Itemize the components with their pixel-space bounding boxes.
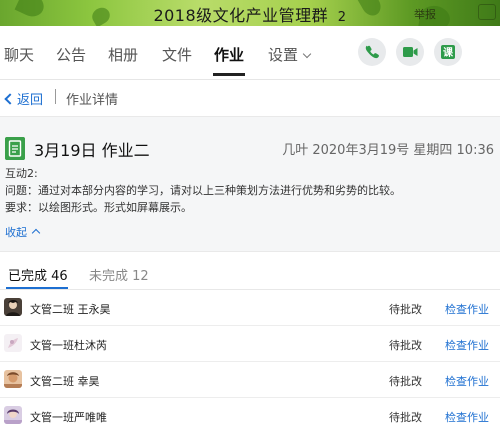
active-subtab-indicator bbox=[6, 287, 68, 289]
assignment-body-line: 要求：以绘图形式。形式如屏幕展示。 bbox=[5, 201, 192, 214]
assignment-meta: 几叶 2020年3月19号 星期四 10:36 bbox=[282, 143, 494, 158]
tab-completed-count: 46 bbox=[51, 269, 68, 284]
assignment-title: 3月19日 作业二 bbox=[34, 141, 150, 160]
tab-announcement[interactable]: 公告 bbox=[56, 44, 86, 65]
document-icon bbox=[5, 137, 25, 160]
assignment-body-line: 问题：通过对本部分内容的学习，请对以上三种策划方法进行优势和劣势的比较。 bbox=[5, 184, 401, 197]
submission-row: 文管二班 幸昊 待批改 检查作业 bbox=[0, 362, 500, 398]
assignment-detail: 3月19日 作业二 几叶 2020年3月19号 星期四 10:36 互动2: 问… bbox=[0, 116, 500, 252]
tab-completed-label: 已完成 bbox=[8, 269, 48, 284]
active-tab-indicator bbox=[213, 73, 245, 76]
student-name: 文管一班杜沐芮 bbox=[30, 339, 107, 352]
completion-tabs: 已完成 46 未完成 12 bbox=[0, 252, 500, 290]
chevron-up-icon bbox=[31, 228, 41, 238]
student-name: 文管二班 王永昊 bbox=[30, 303, 111, 316]
tab-homework[interactable]: 作业 bbox=[214, 44, 244, 65]
avatar bbox=[4, 334, 22, 352]
back-button[interactable]: 返回 bbox=[4, 89, 44, 108]
submission-status: 待批改 bbox=[389, 339, 422, 352]
submission-status: 待批改 bbox=[389, 375, 422, 388]
avatar bbox=[4, 406, 22, 424]
tab-files[interactable]: 文件 bbox=[162, 44, 192, 65]
assignment-body-line: 互动2: bbox=[5, 167, 38, 180]
breadcrumb: 作业详情 bbox=[66, 93, 119, 108]
window-titlebar: 2018级文化产业管理群 2 举报 bbox=[0, 0, 500, 26]
submission-row: 文管二班 王永昊 待批改 检查作业 bbox=[0, 290, 500, 326]
check-homework-link[interactable]: 检查作业 bbox=[445, 373, 489, 389]
tab-chat[interactable]: 聊天 bbox=[4, 44, 34, 65]
tab-completed[interactable]: 已完成 46 bbox=[8, 265, 68, 284]
tab-settings[interactable]: 设置 bbox=[268, 44, 312, 65]
check-homework-link[interactable]: 检查作业 bbox=[445, 301, 489, 317]
submission-row: 文管一班杜沐芮 待批改 检查作业 bbox=[0, 326, 500, 362]
chevron-down-icon bbox=[302, 49, 312, 59]
report-link[interactable]: 举报 bbox=[414, 6, 436, 22]
collapse-label: 收起 bbox=[5, 226, 27, 239]
collapse-button[interactable]: 收起 bbox=[5, 224, 41, 240]
class-button[interactable]: 课 bbox=[434, 38, 462, 66]
chevron-left-icon bbox=[4, 93, 16, 105]
tab-settings-label: 设置 bbox=[268, 46, 299, 64]
check-homework-link[interactable]: 检查作业 bbox=[445, 337, 489, 353]
tab-incomplete-count: 12 bbox=[132, 269, 149, 284]
avatar bbox=[4, 370, 22, 388]
voice-call-button[interactable] bbox=[358, 38, 386, 66]
back-label: 返回 bbox=[17, 93, 44, 108]
submission-row: 文管一班严唯唯 待批改 检查作业 bbox=[0, 398, 500, 425]
video-call-button[interactable] bbox=[396, 38, 424, 66]
submission-status: 待批改 bbox=[389, 303, 422, 316]
student-name: 文管一班严唯唯 bbox=[30, 411, 107, 424]
tab-incomplete[interactable]: 未完成 12 bbox=[89, 265, 149, 284]
check-homework-link[interactable]: 检查作业 bbox=[445, 409, 489, 425]
avatar bbox=[4, 298, 22, 316]
student-name: 文管二班 幸昊 bbox=[30, 375, 100, 388]
video-icon bbox=[403, 47, 418, 57]
group-name-suffix: 2 bbox=[337, 10, 347, 25]
phone-icon bbox=[365, 45, 379, 59]
tab-album[interactable]: 相册 bbox=[108, 44, 138, 65]
class-icon: 课 bbox=[441, 45, 455, 59]
group-name: 2018级文化产业管理群 bbox=[153, 6, 329, 25]
tab-incomplete-label: 未完成 bbox=[89, 269, 129, 284]
divider bbox=[55, 89, 56, 104]
window-control-icon[interactable] bbox=[478, 4, 496, 20]
detail-navbar: 返回 作业详情 bbox=[0, 80, 500, 116]
group-tabbar: 聊天 公告 相册 文件 作业 设置 课 bbox=[0, 26, 500, 80]
class-icon-glyph: 课 bbox=[443, 46, 454, 59]
submission-status: 待批改 bbox=[389, 411, 422, 424]
